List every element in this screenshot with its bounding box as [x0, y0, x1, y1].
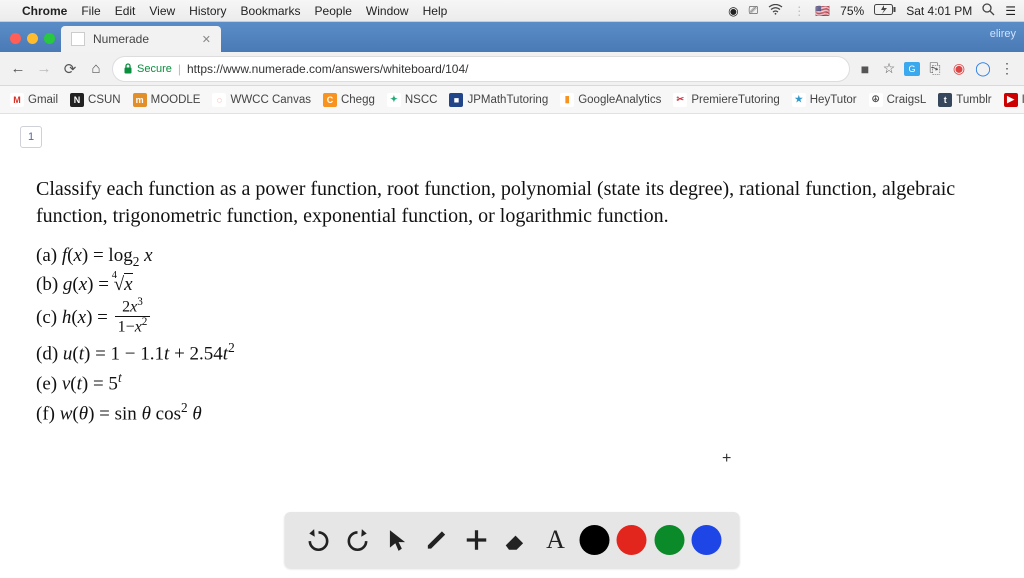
- extension-circle-icon[interactable]: ◯: [974, 60, 992, 78]
- pen-tool[interactable]: [421, 524, 453, 556]
- item-f: (f) w(θ) = sin θ cos2 θ: [36, 398, 988, 428]
- bookmark-nscc[interactable]: ✦NSCC: [387, 93, 438, 107]
- bookmark-tumblr[interactable]: tTumblr: [938, 93, 991, 107]
- reload-button[interactable]: ⟳: [60, 60, 80, 78]
- extension-translate-icon[interactable]: G: [904, 62, 920, 76]
- item-d: (d) u(t) = 1 − 1.1t + 2.54t2: [36, 338, 988, 368]
- browser-tabstrip: Numerade ✕ elirey: [0, 22, 1024, 52]
- color-black[interactable]: [579, 525, 609, 555]
- clock[interactable]: Sat 4:01 PM: [906, 4, 972, 18]
- browser-toolbar: ← → ⟳ ⌂ Secure | https://www.numerade.co…: [0, 52, 1024, 86]
- bookmark-csun[interactable]: NCSUN: [70, 93, 121, 107]
- airplay-icon[interactable]: ⎚: [749, 3, 759, 18]
- forward-button[interactable]: →: [34, 60, 54, 77]
- bookmark-gmail[interactable]: MGmail: [10, 93, 58, 107]
- app-name[interactable]: Chrome: [22, 4, 67, 18]
- undo-button[interactable]: [302, 524, 334, 556]
- item-b: (b) g(x) = 4√x: [36, 271, 988, 299]
- mac-menu-bar: Chrome File Edit View History Bookmarks …: [0, 0, 1024, 22]
- tab-close-icon[interactable]: ✕: [202, 33, 211, 46]
- flag-icon[interactable]: 🇺🇸: [815, 4, 830, 18]
- window-maximize-icon[interactable]: [44, 33, 55, 44]
- text-tool[interactable]: A: [540, 524, 572, 556]
- bookmark-star-icon[interactable]: ☆: [880, 60, 898, 78]
- menu-file[interactable]: File: [81, 4, 100, 18]
- tab-title: Numerade: [93, 32, 149, 46]
- menu-edit[interactable]: Edit: [115, 4, 136, 18]
- question-items: (a) f(x) = log2 x (b) g(x) = 4√x (c) h(x…: [36, 242, 988, 427]
- bookmark-jpmath[interactable]: ■JPMathTutoring: [449, 93, 548, 107]
- menu-bookmarks[interactable]: Bookmarks: [241, 4, 301, 18]
- browser-tab[interactable]: Numerade ✕: [61, 26, 221, 52]
- wifi-icon[interactable]: [768, 4, 783, 18]
- question-text: Classify each function as a power functi…: [36, 176, 988, 230]
- window-close-icon[interactable]: [10, 33, 21, 44]
- battery-label: 75%: [840, 4, 864, 18]
- eraser-tool[interactable]: [500, 524, 532, 556]
- add-tool[interactable]: [460, 524, 492, 556]
- page-favicon-icon: [71, 32, 85, 46]
- extension-save-icon[interactable]: ⎘: [926, 60, 944, 78]
- video-icon[interactable]: ■: [856, 60, 874, 78]
- status-icon[interactable]: ◉: [728, 4, 738, 18]
- bookmark-youtube[interactable]: ▶If you had 24 hours...: [1004, 93, 1024, 107]
- address-bar[interactable]: Secure | https://www.numerade.com/answer…: [112, 56, 850, 82]
- bookmark-ga[interactable]: ▮GoogleAnalytics: [560, 93, 661, 107]
- bookmark-wwcc[interactable]: ◌WWCC Canvas: [212, 93, 311, 107]
- back-button[interactable]: ←: [8, 60, 28, 77]
- menu-icon[interactable]: ☰: [1005, 4, 1016, 18]
- extension-adblock-icon[interactable]: ◉: [950, 60, 968, 78]
- bookmark-bar: MGmail NCSUN mMOODLE ◌WWCC Canvas CChegg…: [0, 86, 1024, 114]
- url-text: https://www.numerade.com/answers/whitebo…: [187, 62, 468, 76]
- menu-help[interactable]: Help: [423, 4, 448, 18]
- cursor-crosshair-icon: +: [722, 450, 731, 468]
- item-c: (c) h(x) = 2x31−x2: [36, 299, 988, 338]
- color-green[interactable]: [654, 525, 684, 555]
- bookmark-premiere[interactable]: ✂PremiereTutoring: [673, 93, 779, 107]
- menu-view[interactable]: View: [149, 4, 175, 18]
- profile-name[interactable]: elirey: [990, 28, 1016, 40]
- slide-number[interactable]: 1: [20, 126, 42, 148]
- bookmark-craigs[interactable]: ☮CraigsL: [869, 93, 927, 107]
- bluetooth-icon[interactable]: ⋮: [793, 4, 805, 18]
- menu-window[interactable]: Window: [366, 4, 409, 18]
- bookmark-heytutor[interactable]: ★HeyTutor: [792, 93, 857, 107]
- menu-history[interactable]: History: [189, 4, 226, 18]
- secure-badge: Secure: [123, 63, 172, 75]
- bookmark-moodle[interactable]: mMOODLE: [133, 93, 201, 107]
- whiteboard-toolbar: A: [285, 512, 740, 568]
- window-minimize-icon[interactable]: [27, 33, 38, 44]
- spotlight-icon[interactable]: [982, 3, 995, 19]
- menu-people[interactable]: People: [315, 4, 352, 18]
- home-button[interactable]: ⌂: [86, 60, 106, 77]
- window-controls: [6, 33, 61, 52]
- pointer-tool[interactable]: [381, 524, 413, 556]
- page-content: 1 Classify each function as a power func…: [0, 114, 1024, 439]
- color-red[interactable]: [617, 525, 647, 555]
- bookmark-chegg[interactable]: CChegg: [323, 93, 375, 107]
- battery-icon[interactable]: [874, 4, 896, 18]
- chrome-menu-icon[interactable]: ⋮: [998, 60, 1016, 78]
- redo-button[interactable]: [342, 524, 374, 556]
- item-a: (a) f(x) = log2 x: [36, 242, 988, 271]
- item-e: (e) v(t) = 5t: [36, 368, 988, 398]
- color-blue[interactable]: [692, 525, 722, 555]
